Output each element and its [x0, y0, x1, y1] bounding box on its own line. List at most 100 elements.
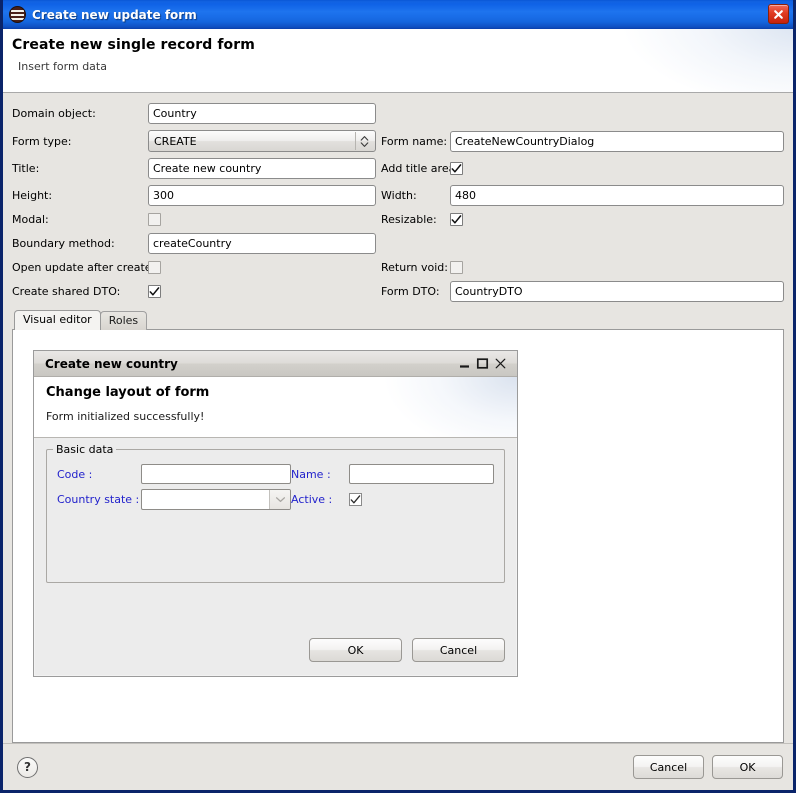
label-modal: Modal: — [12, 213, 49, 226]
preview-ok-button[interactable]: OK — [309, 638, 402, 662]
field-cell-active — [349, 493, 494, 506]
app-stack-icon — [9, 6, 26, 23]
basic-data-groupbox: Basic data Code : Name : Country state : — [46, 443, 505, 583]
editor-tabs: Visual editor Roles — [14, 310, 784, 330]
check-icon — [149, 286, 160, 296]
preview-title: Create new country — [45, 356, 178, 371]
close-icon — [495, 358, 505, 369]
preview-button-bar: OK Cancel — [309, 638, 505, 662]
preview-cancel-button[interactable]: Cancel — [412, 638, 505, 662]
field-cell-return-void — [450, 258, 784, 277]
cancel-button[interactable]: Cancel — [633, 755, 704, 779]
field-cell-name — [349, 464, 494, 484]
label-width: Width: — [381, 189, 417, 202]
form-preview-dialog[interactable]: Create new country Change layout of form… — [33, 350, 518, 677]
field-cell-form-name: CreateNewCountryDialog — [450, 128, 784, 155]
page-title: Create new single record form — [12, 37, 255, 53]
label-title: Title: — [12, 162, 40, 175]
width-input[interactable]: 480 — [450, 185, 784, 206]
window-title: Create new update form — [32, 7, 197, 22]
field-cell-width: 480 — [450, 182, 784, 209]
preview-header-title: Change layout of form — [46, 385, 210, 400]
question-mark-icon[interactable]: ? — [17, 756, 38, 778]
field-cell-height: 300 — [148, 182, 376, 209]
field-cell-boundary-method: createCountry — [148, 230, 376, 257]
preview-header-subtitle: Form initialized successfully! — [46, 410, 205, 423]
label-create-shared-dto: Create shared DTO: — [12, 285, 121, 298]
form-type-selected-value: CREATE — [154, 134, 197, 148]
field-cell-open-update-after-create — [148, 258, 376, 277]
basic-data-fields: Code : Name : Country state : Active: — [57, 464, 494, 510]
spacer-r6 — [376, 240, 450, 248]
code-input[interactable] — [141, 464, 291, 484]
close-icon — [774, 9, 783, 19]
label-form-type: Form type: — [12, 134, 72, 148]
up-down-stepper-icon[interactable] — [355, 132, 373, 150]
form-type-select[interactable]: CREATE — [148, 130, 376, 152]
preview-maximize-button[interactable] — [473, 355, 491, 373]
active-checkbox[interactable] — [349, 493, 362, 506]
field-cell-form-type: CREATE — [148, 127, 376, 155]
modal-checkbox[interactable] — [148, 213, 161, 226]
return-void-checkbox[interactable] — [450, 261, 463, 274]
label-open-update-after-create: Open update after create: — [12, 261, 156, 274]
field-cell-domain-object: Country — [148, 100, 376, 127]
create-new-update-form-window: Create new update form Create new single… — [0, 0, 796, 793]
height-input[interactable]: 300 — [148, 185, 376, 206]
resizable-checkbox[interactable] — [450, 213, 463, 226]
ok-button[interactable]: OK — [712, 755, 783, 779]
label-form-name: Form name: — [381, 134, 448, 148]
label-return-void: Return void: — [381, 261, 448, 274]
open-update-after-create-checkbox[interactable] — [148, 261, 161, 274]
basic-data-legend: Basic data — [53, 443, 117, 456]
preview-header: Change layout of form Form initialized s… — [34, 377, 517, 438]
label-form-dto: Form DTO: — [381, 285, 440, 298]
window-titlebar: Create new update form — [3, 0, 793, 29]
label-name: Name : — [291, 467, 331, 481]
label-country-state: Country state : — [57, 493, 140, 506]
label-add-title-area: Add title area: — [381, 162, 460, 175]
country-state-select[interactable] — [141, 489, 291, 510]
label-resizable: Resizable: — [381, 213, 437, 226]
name-input[interactable] — [349, 464, 494, 484]
field-cell-modal — [148, 210, 376, 229]
page-subtitle: Insert form data — [18, 60, 107, 73]
field-cell-title: Create new country — [148, 155, 376, 182]
title-input[interactable]: Create new country — [148, 158, 376, 179]
minimize-icon — [459, 365, 469, 368]
visual-editor-canvas[interactable]: Create new country Change layout of form… — [12, 329, 784, 743]
field-cell-resizable — [450, 210, 784, 229]
preview-minimize-button[interactable] — [455, 355, 473, 373]
boundary-method-input[interactable]: createCountry — [148, 233, 376, 254]
field-cell-create-shared-dto — [148, 282, 376, 301]
footer-button-bar: Cancel OK — [633, 755, 783, 779]
form-properties-grid: Domain object: Country Form type: CREATE — [12, 100, 784, 305]
form-dto-input[interactable]: CountryDTO — [450, 281, 784, 302]
window-close-button[interactable] — [768, 4, 789, 24]
maximize-icon — [476, 358, 488, 369]
check-icon — [451, 163, 462, 173]
chevron-down-icon[interactable] — [269, 490, 290, 509]
preview-close-button[interactable] — [491, 355, 509, 373]
spacer-r1b — [450, 111, 784, 117]
form-name-input[interactable]: CreateNewCountryDialog — [450, 130, 784, 152]
label-domain-object: Domain object: — [12, 107, 96, 120]
label-height: Height: — [12, 189, 53, 202]
tab-visual-editor[interactable]: Visual editor — [14, 310, 101, 330]
create-shared-dto-checkbox[interactable] — [148, 285, 161, 298]
spacer-r1 — [376, 110, 450, 118]
label-code: Code : — [57, 467, 93, 481]
dialog-header: Create new single record form Insert for… — [3, 29, 793, 93]
dialog-body: Domain object: Country Form type: CREATE — [3, 93, 793, 743]
tab-roles[interactable]: Roles — [99, 311, 148, 330]
label-active: Active : — [291, 493, 333, 506]
add-title-area-checkbox[interactable] — [450, 162, 463, 175]
field-cell-country-state — [141, 489, 291, 510]
check-icon — [451, 214, 462, 224]
dialog-footer: ? Cancel OK — [3, 743, 793, 790]
check-icon — [350, 494, 361, 503]
domain-object-input[interactable]: Country — [148, 103, 376, 124]
preview-titlebar: Create new country — [34, 351, 517, 377]
preview-content: Basic data Code : Name : Country state : — [34, 438, 517, 676]
label-boundary-method: Boundary method: — [12, 237, 115, 250]
